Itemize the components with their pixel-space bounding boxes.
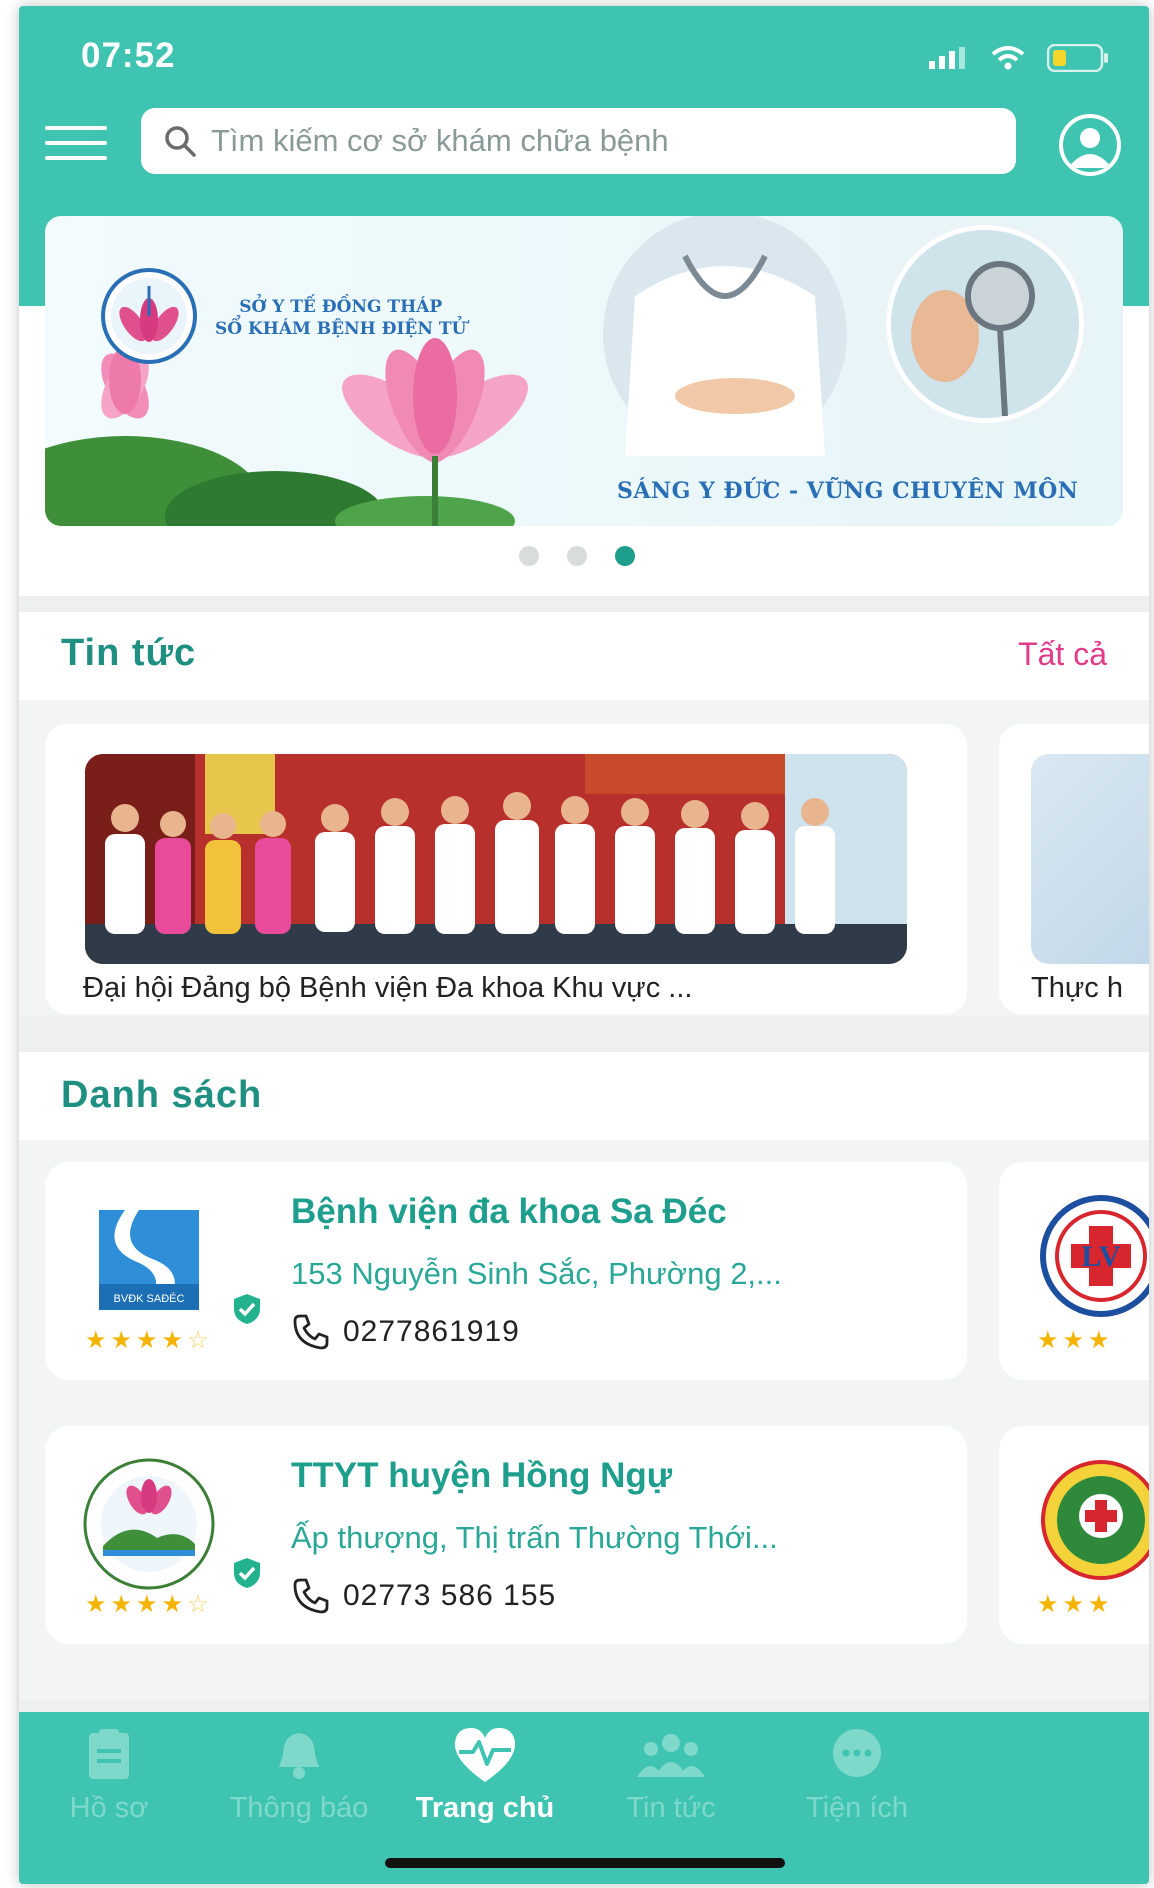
news-section-header: Tin tức Tất cả — [19, 612, 1149, 700]
rating-stars: ★★★★☆ — [85, 1327, 213, 1354]
phone-icon — [293, 1314, 329, 1350]
wifi-icon — [991, 46, 1025, 70]
news-image — [85, 754, 907, 964]
facility-logo: BVĐK SAĐÉC — [85, 1196, 213, 1324]
list-section-header: Danh sách — [19, 1052, 1149, 1140]
banner-org-name: SỞ Y TẾ ĐỒNG THÁP SỔ KHÁM BỆNH ĐIỆN TỬ — [215, 297, 467, 339]
bottom-navigation: Hồ sơ Thông báo Trang chủ Tin tức Tiện í… — [19, 1712, 1149, 1884]
facility-name: TTYT huyện Hồng Ngự — [291, 1456, 673, 1495]
rating-stars: ★★★ — [1037, 1591, 1114, 1618]
search-bar[interactable]: Tìm kiếm cơ sở khám chữa bệnh — [141, 108, 1016, 174]
news-card[interactable]: Đại hội Đảng bộ Bệnh viện Đa khoa Khu vự… — [45, 724, 967, 1014]
chat-icon — [833, 1729, 881, 1777]
facility-card[interactable]: ★★★★☆ TTYT huyện Hồng Ngự Ấp thượng, Thị… — [45, 1426, 967, 1644]
news-caption: Thực h — [1031, 972, 1123, 1004]
heart-pulse-icon — [454, 1728, 516, 1782]
facility-phone[interactable]: 0277861919 — [291, 1312, 520, 1352]
svg-text:LV: LV — [1082, 1240, 1121, 1273]
profile-icon[interactable] — [1059, 114, 1121, 176]
facility-address: Ấp thượng, Thị trấn Thường Thới... — [291, 1520, 778, 1555]
banner-slogan: SÁNG Y ĐỨC - VỮNG CHUYÊN MÔN — [617, 478, 1079, 504]
nav-item-records[interactable]: Hồ sơ — [19, 1724, 209, 1825]
facility-card-peek[interactable]: LV ★★★ — [999, 1162, 1149, 1380]
signal-icon — [929, 47, 965, 69]
menu-icon[interactable] — [45, 126, 107, 160]
carousel-dot-active[interactable] — [615, 546, 635, 566]
bell-icon — [279, 1733, 319, 1779]
facility-name: Bệnh viện đa khoa Sa Đéc — [291, 1192, 727, 1231]
facility-card[interactable]: BVĐK SAĐÉC ★★★★☆ Bệnh viện đa khoa Sa Đé… — [45, 1162, 967, 1380]
news-image — [1031, 754, 1149, 964]
facility-address: 153 Nguyễn Sinh Sắc, Phường 2,... — [291, 1256, 782, 1291]
home-indicator — [385, 1858, 785, 1868]
facility-logo — [83, 1458, 215, 1590]
status-time: 07:52 — [81, 36, 176, 75]
nav-item-utilities[interactable]: Tiện ích — [757, 1724, 957, 1825]
status-icons — [929, 44, 1109, 72]
news-caption: Đại hội Đảng bộ Bệnh viện Đa khoa Khu vự… — [83, 972, 693, 1004]
news-card-peek[interactable]: Thực h — [999, 724, 1149, 1014]
verified-badge-icon — [234, 1558, 260, 1588]
news-section-title: Tin tức — [61, 632, 197, 674]
rating-stars: ★★★★☆ — [85, 1591, 213, 1618]
facility-card-peek[interactable]: ★★★ — [999, 1426, 1149, 1644]
battery-icon — [1047, 44, 1108, 72]
search-icon — [165, 126, 196, 157]
facility-logo: LV — [1040, 1195, 1149, 1317]
nav-item-home[interactable]: Trang chủ — [385, 1724, 585, 1825]
carousel-dot[interactable] — [519, 546, 539, 566]
app-screen: 07:52 Tìm kiếm cơ sở khám chữa bệnh SỞ Y… — [19, 6, 1149, 1884]
people-icon — [637, 1734, 705, 1777]
nav-item-news[interactable]: Tin tức — [571, 1724, 771, 1825]
news-see-all-link[interactable]: Tất cả — [1018, 636, 1107, 673]
list-section-title: Danh sách — [61, 1074, 263, 1116]
carousel-indicator — [519, 546, 635, 566]
phone-icon — [293, 1578, 329, 1614]
search-input[interactable]: Tìm kiếm cơ sở khám chữa bệnh — [211, 123, 669, 159]
facility-phone[interactable]: 02773 586 155 — [291, 1576, 556, 1616]
carousel-dot[interactable] — [567, 546, 587, 566]
rating-stars: ★★★ — [1037, 1327, 1114, 1354]
folder-icon — [89, 1729, 129, 1779]
banner-carousel[interactable]: SỞ Y TẾ ĐỒNG THÁP SỔ KHÁM BỆNH ĐIỆN TỬ S… — [45, 216, 1123, 526]
verified-badge-icon — [234, 1294, 260, 1324]
nav-item-notifications[interactable]: Thông báo — [199, 1724, 399, 1825]
facility-logo — [1041, 1460, 1149, 1580]
svg-text:BVĐK SAĐÉC: BVĐK SAĐÉC — [114, 1292, 185, 1305]
